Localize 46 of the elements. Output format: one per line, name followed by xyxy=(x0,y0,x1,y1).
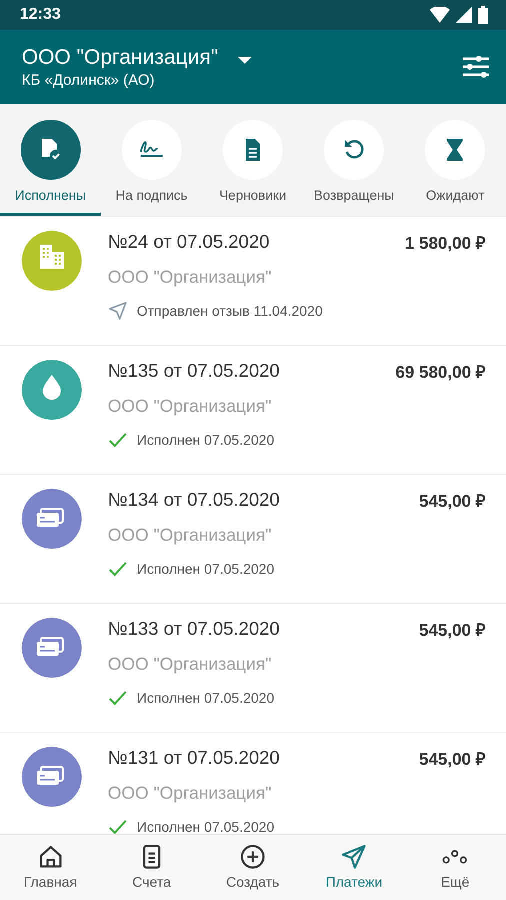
status-time: 12:33 xyxy=(20,6,61,24)
payment-title: №24 от 07.05.2020 xyxy=(108,231,270,254)
nav-item[interactable]: Главная xyxy=(0,835,102,900)
plus-icon xyxy=(239,843,267,871)
payment-item[interactable]: №133 от 07.05.2020 545,00 ₽ ООО "Организация" Исполнен 07.05.2020 xyxy=(0,604,506,733)
payment-status: Отправлен отзыв 11.04.2020 xyxy=(137,303,323,319)
filter-tab[interactable]: Ожидают xyxy=(404,104,506,216)
payment-title: №133 от 07.05.2020 xyxy=(108,618,280,641)
nav-item[interactable]: Создать xyxy=(202,835,304,900)
payment-status: Исполнен 07.05.2020 xyxy=(137,819,274,834)
paper-plane-icon xyxy=(340,843,368,871)
nav-item[interactable]: Счета xyxy=(101,835,202,900)
payment-status: Исполнен 07.05.2020 xyxy=(137,690,274,706)
signal-icon xyxy=(456,7,472,23)
filter-tab[interactable]: Черновики xyxy=(202,104,304,216)
filter-tab[interactable]: На подпись xyxy=(101,104,202,216)
payment-title: №131 от 07.05.2020 xyxy=(108,747,280,770)
payee-name: ООО "Организация" xyxy=(108,783,273,804)
dropdown-icon[interactable] xyxy=(238,57,252,65)
payee-name: ООО "Организация" xyxy=(108,267,273,288)
bank-name: КБ «Долинск» (АО) xyxy=(22,72,156,88)
wifi-icon xyxy=(430,7,450,23)
payment-amount: 69 580,00 ₽ xyxy=(396,362,486,383)
filter-tab[interactable]: Исполнены xyxy=(0,104,102,216)
payment-title: №135 от 07.05.2020 xyxy=(108,360,280,383)
payment-item[interactable]: №135 от 07.05.2020 69 580,00 ₽ ООО "Организация" Исполнен 07.05.2020 xyxy=(0,346,506,475)
payment-amount: 545,00 ₽ xyxy=(419,749,486,770)
payment-item[interactable]: №24 от 07.05.2020 1 580,00 ₽ ООО "Организация" Отправлен отзыв 11.04.2020 xyxy=(0,217,506,346)
payment-title: №134 от 07.05.2020 xyxy=(108,489,280,512)
payment-status: Исполнен 07.05.2020 xyxy=(137,561,274,577)
filter-button[interactable] xyxy=(462,56,490,78)
payment-amount: 545,00 ₽ xyxy=(419,620,486,641)
nav-item[interactable]: Платежи xyxy=(304,835,405,900)
nav-item[interactable]: Ещё xyxy=(404,835,506,900)
organization-name[interactable]: ООО "Организация" xyxy=(22,46,218,70)
send-icon xyxy=(108,301,128,321)
payee-name: ООО "Организация" xyxy=(108,525,273,546)
filter-tab[interactable]: Возвращены xyxy=(304,104,405,216)
filter-icon xyxy=(462,56,490,78)
battery-icon xyxy=(478,6,488,24)
payment-status: Исполнен 07.05.2020 xyxy=(137,432,274,448)
payee-name: ООО "Организация" xyxy=(108,654,273,675)
payment-amount: 1 580,00 ₽ xyxy=(405,233,486,254)
payee-name: ООО "Организация" xyxy=(108,396,273,417)
payment-item[interactable]: №134 от 07.05.2020 545,00 ₽ ООО "Организация" Исполнен 07.05.2020 xyxy=(0,475,506,604)
payment-amount: 545,00 ₽ xyxy=(419,491,486,512)
